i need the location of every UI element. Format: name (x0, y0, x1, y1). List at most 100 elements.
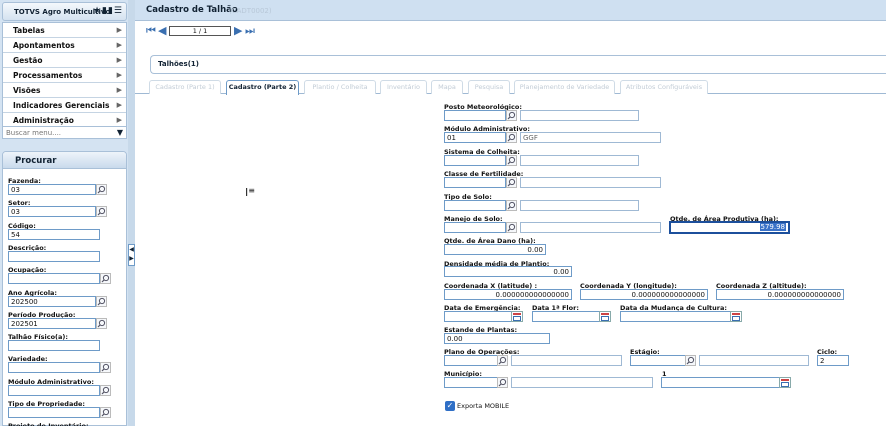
search-field-input[interactable] (8, 340, 100, 352)
tab-atributos-configuraveis[interactable]: Atributos Configuráveis (620, 80, 708, 94)
plano-code-input[interactable] (444, 355, 498, 366)
last-page-icon[interactable]: ⏭ (245, 24, 255, 38)
menu-search-input[interactable]: Buscar menu.... ▼ (2, 126, 127, 139)
modulo-code-input[interactable]: 01 (444, 132, 506, 143)
list-icon[interactable]: ☰ (114, 6, 123, 16)
menu-item-visoes[interactable]: Visões ▶ (3, 83, 126, 98)
tab-inventario[interactable]: Inventário (380, 80, 427, 94)
posto-code-input[interactable] (444, 110, 506, 121)
panel-splitter[interactable] (128, 0, 135, 426)
manejo-code-input[interactable] (444, 222, 506, 233)
classe-desc-input (520, 177, 661, 188)
search-icon[interactable] (506, 222, 517, 233)
search-field-input[interactable]: 202500 (8, 295, 96, 307)
search-icon[interactable] (506, 200, 517, 211)
exporta-mobile-checkbox[interactable]: ✓ (445, 401, 455, 411)
sistema-code-input[interactable] (444, 155, 506, 166)
search-icon[interactable] (506, 110, 517, 121)
search-icon[interactable] (506, 155, 517, 166)
search-icon[interactable] (96, 295, 107, 307)
coord-z-input[interactable]: 0.000000000000000 (716, 289, 844, 300)
calendar-icon[interactable] (779, 377, 791, 388)
chevron-down-icon[interactable]: ▼ (117, 128, 123, 137)
tab-plantio-colheita[interactable]: Plantio / Colheita (304, 80, 376, 94)
search-icon[interactable] (506, 177, 517, 188)
search-icon[interactable] (100, 273, 111, 285)
flor-input[interactable] (532, 311, 600, 322)
menu-item-apontamentos[interactable]: Apontamentos ▶ (3, 38, 126, 53)
chevron-right-icon: ▶ (116, 116, 122, 124)
search-icon[interactable] (100, 407, 111, 418)
posto-desc-input (520, 110, 639, 121)
search-field-input[interactable] (8, 250, 100, 262)
tab-mapa[interactable]: Mapa (431, 80, 463, 94)
chevron-right-icon: ▶ (116, 56, 122, 64)
collapse-panel-icon[interactable]: ◀ ▶ (128, 244, 135, 266)
municipio-code-input[interactable] (444, 377, 498, 388)
classe-code-input[interactable] (444, 177, 506, 188)
talhoes-group[interactable]: Talhões(1) (150, 55, 886, 74)
mudanca-input[interactable] (620, 311, 731, 322)
search-icon[interactable] (497, 355, 508, 366)
emergencia-input[interactable] (444, 311, 512, 322)
menu-item-tabelas[interactable]: Tabelas ▶ (3, 23, 126, 38)
tab-pesquisa[interactable]: Pesquisa (468, 80, 510, 94)
search-field-input[interactable] (8, 384, 100, 396)
area-dano-input[interactable]: 0.00 (444, 244, 546, 255)
star-icon[interactable]: ★ (93, 6, 102, 16)
page-indicator[interactable]: 1 / 1 (169, 26, 231, 36)
tab-planejamento-variedade[interactable]: Planejamento de Variedade (514, 80, 615, 94)
search-field-input[interactable]: 54 (8, 228, 100, 240)
page-subtitle: (CADT0002) (229, 7, 272, 15)
search-icon[interactable] (506, 132, 517, 143)
search-field-label: Projeto de Inventário: (8, 422, 89, 426)
search-field-input[interactable] (8, 273, 100, 285)
tipo-solo-code-input[interactable] (444, 200, 506, 211)
first-page-icon[interactable]: ⏮ (146, 24, 156, 38)
calendar-icon[interactable] (511, 311, 523, 322)
prev-page-icon[interactable]: ◀ (158, 24, 166, 37)
modulo-desc-input: GGF (520, 132, 661, 143)
next-page-icon[interactable]: ▶ (234, 24, 242, 37)
tab-cadastro-parte-2[interactable]: Cadastro (Parte 2) (226, 80, 299, 95)
menu-item-gestao[interactable]: Gestão ▶ (3, 53, 126, 68)
search-field-input[interactable]: 202501 (8, 317, 96, 329)
plano-desc-input (511, 355, 622, 366)
chevron-right-icon: ▶ (116, 71, 122, 79)
search-field-input[interactable] (8, 407, 100, 418)
page-title: Cadastro de Talhão (146, 5, 238, 15)
search-icon[interactable] (100, 362, 111, 374)
estande-input[interactable]: 0.00 (444, 333, 550, 344)
search-icon[interactable] (96, 184, 107, 195)
app-title-bar: TOTVS Agro Multicultivo ★▮▮☰ (2, 2, 127, 21)
search-icon[interactable] (685, 355, 696, 366)
search-icon[interactable] (100, 384, 111, 396)
text-cursor-icon: I≡ (245, 186, 255, 199)
densidade-input[interactable]: 0.00 (444, 266, 572, 277)
calendar-icon[interactable] (599, 311, 611, 322)
search-field-input[interactable]: 03 (8, 184, 96, 195)
tab-cadastro-parte-1[interactable]: Cadastro (Parte 1) (149, 80, 221, 94)
search-icon[interactable] (96, 317, 107, 329)
calendar-icon[interactable] (730, 311, 742, 322)
chevron-right-icon: ▶ (116, 86, 122, 94)
menu-item-processamentos[interactable]: Processamentos ▶ (3, 68, 126, 83)
coord-y-input[interactable]: 0.000000000000000 (580, 289, 708, 300)
bar-chart-icon[interactable]: ▮▮ (102, 6, 114, 16)
search-icon[interactable] (96, 206, 107, 218)
municipio-desc-input (511, 377, 653, 388)
unlabeled-date-input[interactable] (661, 377, 780, 388)
search-fields: Fazenda: 03 Setor: 03 Código: 54 Descrição: Ocu… (2, 151, 127, 426)
search-field-input[interactable] (8, 362, 100, 374)
ciclo-input[interactable]: 2 (817, 355, 849, 366)
sistema-desc-input (520, 155, 639, 166)
search-field-input[interactable]: 03 (8, 206, 96, 218)
area-produtiva-input[interactable]: 579.98 (669, 221, 790, 234)
search-icon[interactable] (497, 377, 508, 388)
main-menu: Tabelas ▶ Apontamentos ▶ Gestão ▶ Processam… (2, 22, 127, 129)
estagio-code-input[interactable] (630, 355, 686, 366)
coord-x-input[interactable]: 0.000000000000000 (444, 289, 572, 300)
chevron-right-icon: ▶ (116, 41, 122, 49)
manejo-desc-input (520, 222, 661, 233)
menu-item-indicadores[interactable]: Indicadores Gerenciais ▶ (3, 98, 126, 113)
